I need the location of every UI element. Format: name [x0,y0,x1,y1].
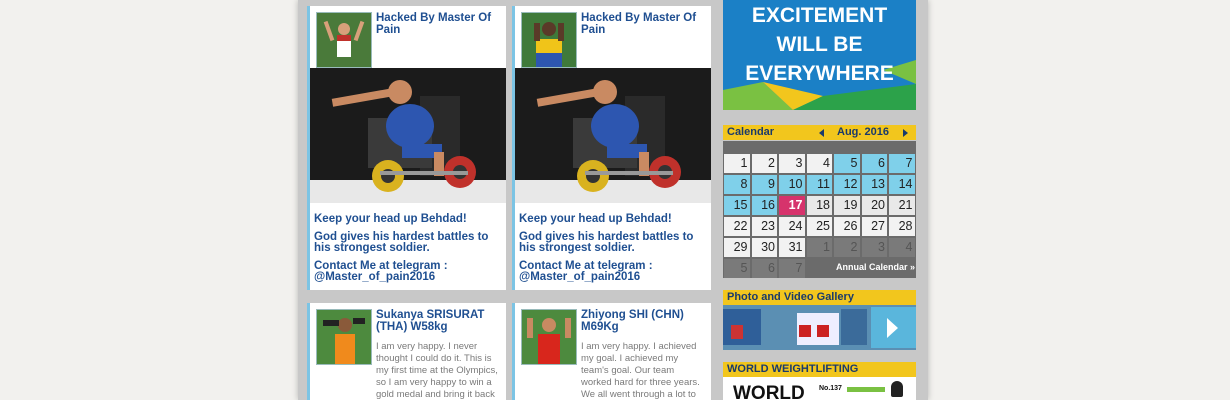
calendar-day[interactable]: 23 [751,217,777,236]
calendar-header: Calendar Aug. 2016 [723,125,916,140]
calendar-day[interactable]: 20 [861,196,887,215]
calendar-day[interactable]: 4 [806,154,832,173]
banner-line: WILL BE [776,33,863,56]
calendar-day[interactable]: 1 [724,154,750,173]
calendar-day[interactable]: 14 [889,175,915,194]
post-thumbnail[interactable] [521,309,577,365]
post-message-line: God gives his hardest battles to his str… [314,230,489,254]
post-excerpt: I am very happy. I achieved my goal. I a… [581,341,700,400]
post-message: Keep your head up Behdad! God gives his … [519,213,707,290]
post-photo [515,68,711,203]
calendar-day[interactable]: 12 [834,175,860,194]
calendar-day[interactable]: 1 [806,238,832,257]
magazine-issue: No.137 [819,385,842,392]
post-card[interactable]: Zhiyong SHI (CHN) M69Kg I am very happy.… [512,303,711,400]
calendar-day[interactable]: 22 [724,217,750,236]
post-message-line: Contact Me at telegram : @Master_of_pain… [519,259,653,283]
magazine-icon [891,381,903,397]
calendar-month: Aug. 2016 [837,126,889,138]
post-excerpt: I am very happy. I never thought I could… [376,341,498,400]
calendar-day[interactable]: 5 [834,154,860,173]
post-card[interactable]: Hacked By Master Of Pain Keep your head … [512,6,711,290]
post-thumbnail[interactable] [316,309,372,365]
annual-calendar-link[interactable]: Annual Calendar » [836,261,916,274]
calendar-day[interactable]: 21 [889,196,915,215]
post-card[interactable]: Hacked By Master Of Pain Keep your head … [307,6,506,290]
calendar-day[interactable]: 25 [806,217,832,236]
post-thumbnail[interactable] [521,12,577,68]
gallery-next-icon[interactable] [887,318,898,338]
gallery-header: Photo and Video Gallery [723,290,916,305]
calendar-day[interactable]: 5 [724,259,750,278]
gallery-strip[interactable] [723,305,916,350]
post-message: Keep your head up Behdad! God gives his … [314,213,502,290]
calendar-day[interactable]: 31 [779,238,805,257]
calendar-day[interactable]: 26 [834,217,860,236]
calendar-day[interactable]: 11 [806,175,832,194]
gallery-title: Photo and Video Gallery [727,291,854,303]
prev-month-icon[interactable] [819,129,824,137]
banner-line: EVERYWHERE [745,62,894,85]
post-title[interactable]: Hacked By Master Of Pain [376,12,500,36]
calendar-day[interactable]: 7 [889,154,915,173]
calendar-day[interactable]: 3 [779,154,805,173]
magazine-logo-text: WORLD [733,383,805,400]
weightlifting-header: WORLD WEIGHTLIFTING [723,362,916,377]
post-message-line: God gives his hardest battles to his str… [519,230,694,254]
post-title[interactable]: Hacked By Master Of Pain [581,12,705,36]
post-message-line: Contact Me at telegram : @Master_of_pain… [314,259,448,283]
weightlifting-magazine[interactable]: WORLD No.137 [723,377,916,400]
calendar-day[interactable]: 6 [861,154,887,173]
calendar-day[interactable]: 3 [861,238,887,257]
post-card[interactable]: Sukanya SRISURAT (THA) W58kg I am very h… [307,303,506,400]
calendar-day[interactable]: 2 [751,154,777,173]
post-title[interactable]: Zhiyong SHI (CHN) M69Kg [581,309,705,333]
calendar-day[interactable]: 19 [834,196,860,215]
next-month-icon[interactable] [903,129,908,137]
post-thumbnail[interactable] [316,12,372,68]
post-message-line: Keep your head up Behdad! [519,213,672,225]
calendar-day[interactable]: 2 [834,238,860,257]
calendar-day[interactable]: 27 [861,217,887,236]
calendar-day[interactable]: 6 [751,259,777,278]
calendar-day[interactable]: 10 [779,175,805,194]
magazine-bar [847,387,885,392]
post-photo [310,68,506,203]
calendar-day[interactable]: 7 [779,259,805,278]
calendar-day[interactable]: 30 [751,238,777,257]
weightlifting-title: WORLD WEIGHTLIFTING [727,363,859,375]
promo-banner[interactable]: EXCITEMENT WILL BE EVERYWHERE [723,0,916,110]
calendar-day[interactable]: 4 [889,238,915,257]
calendar-day[interactable]: 18 [806,196,832,215]
calendar-day[interactable]: 9 [751,175,777,194]
calendar-day[interactable]: 29 [724,238,750,257]
calendar-day[interactable]: 17 [779,196,805,215]
calendar-day[interactable]: 13 [861,175,887,194]
calendar-title: Calendar [727,126,775,138]
calendar-day[interactable]: 28 [889,217,915,236]
banner-line: EXCITEMENT [751,4,888,27]
calendar-day[interactable]: 8 [724,175,750,194]
calendar-day[interactable]: 24 [779,217,805,236]
calendar-day[interactable]: 15 [724,196,750,215]
post-message-line: Keep your head up Behdad! [314,213,467,225]
post-title[interactable]: Sukanya SRISURAT (THA) W58kg [376,309,500,333]
calendar-day[interactable]: 16 [751,196,777,215]
